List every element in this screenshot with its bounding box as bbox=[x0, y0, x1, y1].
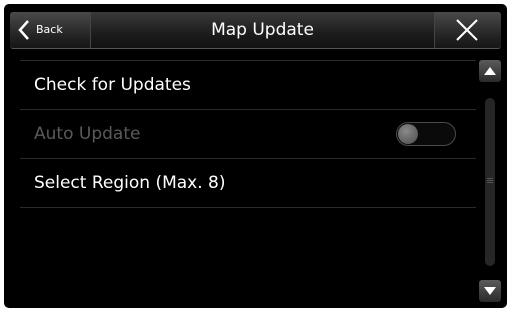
select-region-item[interactable]: Select Region (Max. 8) bbox=[20, 159, 476, 208]
scrollbar-track[interactable] bbox=[485, 98, 495, 266]
close-icon bbox=[456, 19, 478, 41]
settings-list: Check for Updates Auto Update Select Reg… bbox=[20, 60, 476, 208]
check-for-updates-item[interactable]: Check for Updates bbox=[20, 60, 476, 110]
select-region-label: Select Region (Max. 8) bbox=[34, 173, 226, 193]
auto-update-item: Auto Update bbox=[20, 110, 476, 159]
header-bar: Back Map Update bbox=[10, 12, 501, 49]
triangle-up-icon bbox=[484, 67, 496, 75]
scrollbar-grip bbox=[487, 178, 493, 184]
auto-update-label: Auto Update bbox=[34, 124, 141, 144]
close-button[interactable] bbox=[434, 12, 501, 48]
page-title: Map Update bbox=[211, 20, 314, 40]
scroll-down-button[interactable] bbox=[479, 280, 501, 302]
back-button[interactable]: Back bbox=[10, 12, 91, 48]
triangle-down-icon bbox=[484, 287, 496, 295]
scroll-up-button[interactable] bbox=[479, 60, 501, 82]
check-for-updates-label: Check for Updates bbox=[34, 75, 191, 95]
screen: Back Map Update Check for Updates Auto U… bbox=[4, 4, 507, 308]
auto-update-toggle bbox=[396, 122, 456, 146]
chevron-left-icon bbox=[18, 20, 29, 40]
back-label: Back bbox=[36, 23, 63, 36]
toggle-knob bbox=[398, 124, 418, 144]
